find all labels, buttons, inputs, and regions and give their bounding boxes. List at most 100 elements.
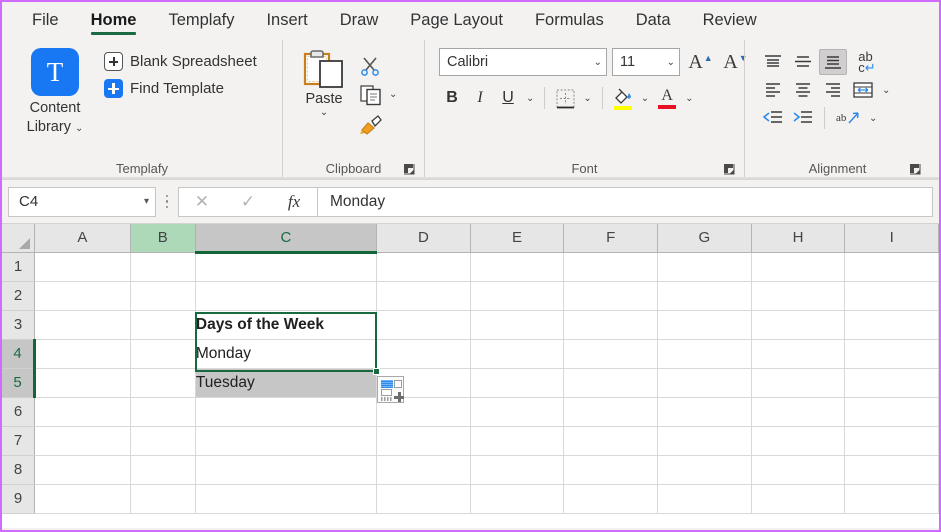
content-library-button[interactable]: T Content Library ⌄ [16,44,94,138]
cell-i2[interactable] [845,281,939,310]
cell-g5[interactable] [658,368,752,397]
select-all-corner[interactable] [2,224,35,252]
column-header-i[interactable]: I [845,224,939,252]
align-bottom-button[interactable] [819,49,847,75]
font-dialog-launcher[interactable] [722,162,736,176]
cell-h3[interactable] [751,310,845,339]
cell-i8[interactable] [845,455,939,484]
row-header-6[interactable]: 6 [2,397,35,426]
cell-g1[interactable] [658,252,752,281]
underline-button[interactable]: U [495,84,521,112]
tab-draw[interactable]: Draw [324,2,395,38]
cell-d4[interactable] [377,339,471,368]
cell-b3[interactable] [130,310,195,339]
cell-b1[interactable] [130,252,195,281]
align-center-button[interactable] [789,77,817,103]
column-header-a[interactable]: A [35,224,131,252]
align-left-button[interactable] [759,77,787,103]
cell-b7[interactable] [130,426,195,455]
decrease-indent-button[interactable] [759,105,787,131]
tab-file[interactable]: File [16,2,75,38]
cell-g2[interactable] [658,281,752,310]
cell-e5[interactable] [470,368,564,397]
cell-i6[interactable] [845,397,939,426]
tab-insert[interactable]: Insert [250,2,323,38]
tab-page-layout[interactable]: Page Layout [394,2,519,38]
cell-a7[interactable] [35,426,131,455]
cell-h9[interactable] [751,484,845,513]
tab-templafy[interactable]: Templafy [152,2,250,38]
cell-d9[interactable] [377,484,471,513]
increase-font-size-button[interactable]: A▲ [685,51,715,74]
cell-h4[interactable] [751,339,845,368]
borders-button[interactable] [552,84,578,112]
cell-d1[interactable] [377,252,471,281]
fill-color-button[interactable] [610,87,636,110]
cell-g9[interactable] [658,484,752,513]
cell-a4[interactable] [35,339,131,368]
row-header-3[interactable]: 3 [2,310,35,339]
row-header-5[interactable]: 5 [2,368,35,397]
cell-b5[interactable] [130,368,195,397]
column-header-h[interactable]: H [751,224,845,252]
cell-h5[interactable] [751,368,845,397]
align-middle-button[interactable] [789,49,817,75]
cell-h1[interactable] [751,252,845,281]
align-top-button[interactable] [759,49,787,75]
borders-chevron-down-icon[interactable]: ⌄ [580,93,594,104]
cell-f5[interactable] [564,368,658,397]
copy-chevron-down-icon[interactable]: ⌄ [386,89,400,100]
column-header-e[interactable]: E [470,224,564,252]
merge-and-center-button[interactable] [849,77,877,103]
cell-a9[interactable] [35,484,131,513]
cell-d2[interactable] [377,281,471,310]
cell-f7[interactable] [564,426,658,455]
confirm-entry-button[interactable]: ✓ [225,192,271,212]
cell-a2[interactable] [35,281,131,310]
cell-e7[interactable] [470,426,564,455]
column-header-c[interactable]: C [195,224,376,252]
cell-e3[interactable] [470,310,564,339]
cell-c4[interactable]: Monday [195,339,376,368]
cell-h6[interactable] [751,397,845,426]
cell-b6[interactable] [130,397,195,426]
cell-f9[interactable] [564,484,658,513]
cell-d3[interactable] [377,310,471,339]
cell-b9[interactable] [130,484,195,513]
cell-i1[interactable] [845,252,939,281]
cell-a3[interactable] [35,310,131,339]
cell-i9[interactable] [845,484,939,513]
cell-c5[interactable]: Tuesday [195,368,376,397]
row-header-2[interactable]: 2 [2,281,35,310]
align-right-button[interactable] [819,77,847,103]
font-family-select[interactable]: Calibri ⌄ [439,48,607,76]
cell-a8[interactable] [35,455,131,484]
cell-e6[interactable] [470,397,564,426]
row-header-7[interactable]: 7 [2,426,35,455]
underline-chevron-down-icon[interactable]: ⌄ [523,93,537,104]
cell-g6[interactable] [658,397,752,426]
cell-a1[interactable] [35,252,131,281]
cell-i5[interactable] [845,368,939,397]
paste-button[interactable]: Paste ⌄ [293,44,355,118]
cell-g8[interactable] [658,455,752,484]
cell-e9[interactable] [470,484,564,513]
cell-i4[interactable] [845,339,939,368]
cell-c9[interactable] [195,484,376,513]
alignment-dialog-launcher[interactable] [908,162,922,176]
cell-c3[interactable]: Days of the Week [195,310,376,339]
cell-f2[interactable] [564,281,658,310]
cell-f6[interactable] [564,397,658,426]
cell-f1[interactable] [564,252,658,281]
cell-i7[interactable] [845,426,939,455]
bold-button[interactable]: B [439,84,465,112]
insert-function-button[interactable]: fx [271,192,317,212]
cell-c2[interactable] [195,281,376,310]
chevron-down-icon[interactable]: ⌄ [75,123,83,134]
tab-home[interactable]: Home [75,2,153,38]
copy-button[interactable]: ⌄ [359,81,400,108]
cell-h8[interactable] [751,455,845,484]
font-color-chevron-down-icon[interactable]: ⌄ [682,93,696,104]
name-box[interactable]: C4 ▾ [8,187,156,217]
cell-b2[interactable] [130,281,195,310]
